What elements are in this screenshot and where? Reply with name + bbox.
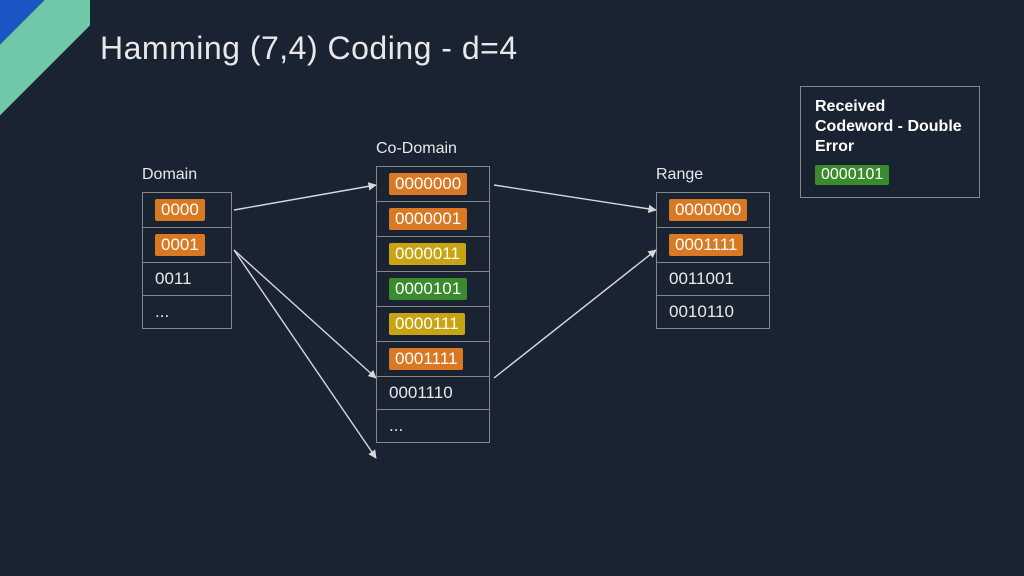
domain-cell: 0001: [143, 228, 231, 263]
codomain-cell: 0000011: [377, 237, 489, 272]
range-cell: 0010110: [657, 296, 769, 328]
codomain-column: Co-Domain 0000000 0000001 0000011 0000101 00…: [376, 140, 490, 443]
codomain-cell: 0000000: [377, 167, 489, 202]
range-value: 0000000: [669, 199, 747, 221]
codomain-cell: 0000111: [377, 307, 489, 342]
range-cell: 0000000: [657, 193, 769, 228]
codomain-cell: 0000101: [377, 272, 489, 307]
domain-cell: 0011: [143, 263, 231, 296]
codomain-cell: 0001110: [377, 377, 489, 410]
codomain-value: 0001111: [389, 348, 463, 370]
range-value: 0001111: [669, 234, 743, 256]
codomain-value: 0000001: [389, 208, 467, 230]
range-column: Range 0000000 0001111 00110010010110: [656, 166, 770, 329]
domain-column: Domain 0000 0001 0011...: [142, 166, 232, 329]
received-title: Received Codeword - Double Error: [815, 97, 965, 157]
page-title: Hamming (7,4) Coding - d=4: [100, 30, 518, 67]
domain-label: Domain: [142, 166, 232, 184]
range-label: Range: [656, 166, 770, 184]
corner-decoration: [0, 0, 90, 120]
codomain-label: Co-Domain: [376, 140, 490, 158]
codomain-value: 0000111: [389, 313, 465, 335]
codomain-cell: 0000001: [377, 202, 489, 237]
codomain-value: 0000000: [389, 173, 467, 195]
received-codeword-box: Received Codeword - Double Error 0000101: [800, 86, 980, 198]
domain-cell: ...: [143, 296, 231, 328]
codomain-cell: ...: [377, 410, 489, 442]
codomain-cell: 0001111: [377, 342, 489, 377]
range-cell: 0011001: [657, 263, 769, 296]
range-cell: 0001111: [657, 228, 769, 263]
codomain-value: 0000101: [389, 278, 467, 300]
domain-cell: 0000: [143, 193, 231, 228]
domain-value: 0000: [155, 199, 205, 221]
domain-value: 0001: [155, 234, 205, 256]
codomain-value: 0000011: [389, 243, 466, 265]
received-value: 0000101: [815, 165, 889, 185]
